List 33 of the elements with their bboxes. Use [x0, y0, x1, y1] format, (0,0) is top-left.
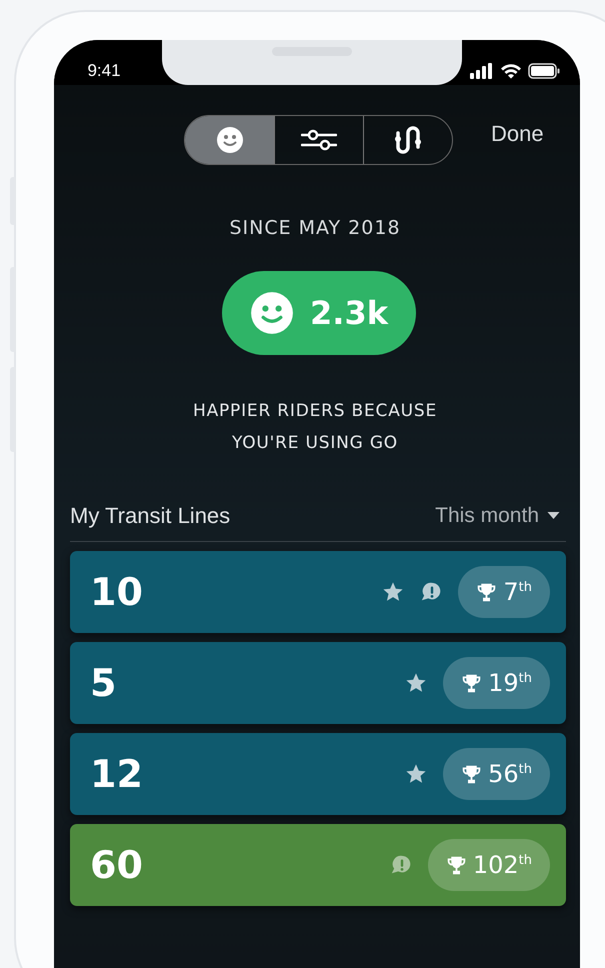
transit-line-row[interactable]: 60 102$^{th}$: [70, 824, 566, 906]
signal-icon: [470, 62, 494, 78]
caption-text: YOU'RE USING GO: [230, 432, 399, 455]
view-tab[interactable]: [185, 116, 274, 164]
section-title: My Transit Lines: [70, 503, 230, 529]
wifi-icon: [500, 62, 522, 78]
rank-text: 56$^{th}$: [488, 760, 532, 788]
line-number: 60: [90, 843, 143, 887]
line-number: 5: [90, 661, 116, 705]
since-label: SINCE MAY 2018: [228, 217, 402, 239]
transit-line-row[interactable]: 12 56$^{th}$: [70, 733, 566, 815]
rank-text: 102$^{th}$: [472, 851, 532, 879]
trophy-icon: [446, 854, 467, 876]
status-time: 9:41: [86, 60, 122, 80]
transit-line-row[interactable]: 10 7$^{th}$: [70, 551, 566, 633]
happy-count: 2.3k: [310, 294, 388, 332]
transit-line-row[interactable]: 5 19$^{th}$: [70, 642, 566, 724]
line-number: 10: [90, 570, 143, 614]
smiley-icon: [250, 291, 294, 335]
trophy-icon: [461, 672, 482, 694]
route-icon: [394, 125, 422, 155]
rank-text: 7$^{th}$: [503, 578, 532, 606]
rank-text: 19$^{th}$: [488, 669, 532, 697]
trophy-icon: [461, 764, 482, 784]
caption-text: HAPPIER RIDERS BECAUSE: [192, 400, 438, 423]
trophy-icon: [476, 582, 498, 602]
sliders-icon: [301, 128, 337, 152]
period-dropdown[interactable]: This month: [435, 504, 566, 528]
smiley-icon: [216, 126, 244, 154]
caret-icon: [547, 512, 560, 520]
done-button[interactable]: Done: [491, 121, 544, 147]
battery-icon: [528, 62, 560, 78]
line-number: 12: [90, 752, 143, 796]
